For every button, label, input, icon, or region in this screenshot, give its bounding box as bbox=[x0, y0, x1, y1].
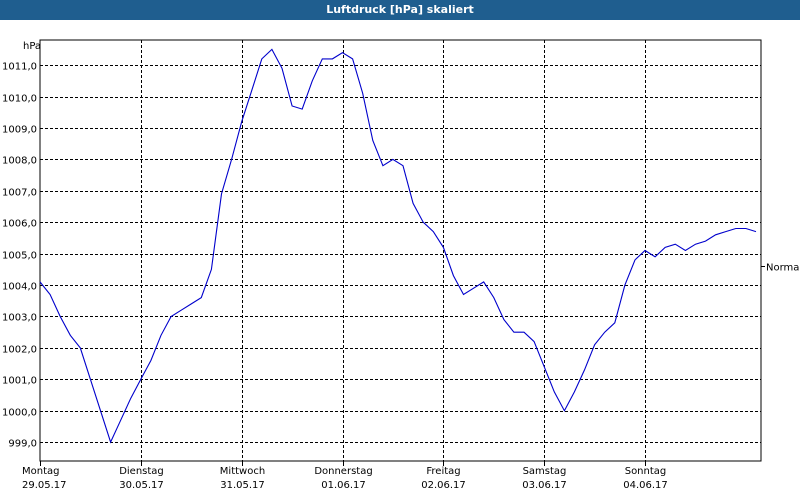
x-tick-date: 02.06.17 bbox=[421, 480, 466, 491]
x-tick-day: Dienstag bbox=[119, 466, 164, 477]
y-axis-label: hPa bbox=[23, 41, 41, 52]
y-tick-label: 1006,0 bbox=[2, 219, 37, 230]
x-tick-day: Mittwoch bbox=[220, 466, 265, 477]
x-tick-day: Freitag bbox=[426, 466, 460, 477]
y-tick-label: 1003,0 bbox=[2, 313, 37, 324]
reference-label: Normal bbox=[766, 263, 800, 274]
x-tick-labels: Montag 29.05.17 Dienstag 30.05.17 Mittwoch 31… bbox=[22, 461, 668, 491]
y-tick-label: 1011,0 bbox=[2, 62, 37, 73]
x-tick-date: 01.06.17 bbox=[321, 480, 366, 491]
y-tick-label: 1010,0 bbox=[2, 94, 37, 105]
y-tick-label: 1009,0 bbox=[2, 125, 37, 136]
reference-marker: Normal bbox=[761, 263, 800, 274]
y-tick-label: 1004,0 bbox=[2, 282, 37, 293]
y-tick-label: 999,0 bbox=[8, 439, 37, 450]
y-tick-labels: 999,0 1000,0 1001,0 1002,0 1003,0 1004,0 1005,… bbox=[2, 62, 37, 450]
x-tick-date: 04.06.17 bbox=[623, 480, 668, 491]
x-tick-day: Samstag bbox=[523, 466, 567, 477]
y-tick-label: 1001,0 bbox=[2, 376, 37, 387]
x-tick-day: Sonntag bbox=[625, 466, 667, 477]
plot-frame bbox=[39, 39, 762, 462]
y-tick-label: 1008,0 bbox=[2, 156, 37, 167]
pressure-chart: 999,0 1000,0 1001,0 1002,0 1003,0 1004,0 1005,… bbox=[2, 39, 800, 491]
x-tick-date: 31.05.17 bbox=[220, 480, 265, 491]
x-tick-day: Montag bbox=[22, 466, 59, 477]
x-tick-day: Donnerstag bbox=[314, 466, 372, 477]
x-tick-date: 30.05.17 bbox=[119, 480, 164, 491]
y-tick-label: 1007,0 bbox=[2, 188, 37, 199]
x-tick-date: 29.05.17 bbox=[22, 480, 67, 491]
y-tick-label: 1000,0 bbox=[2, 408, 37, 419]
window-title: Luftdruck [hPa] skaliert bbox=[0, 0, 800, 20]
y-tick-label: 1002,0 bbox=[2, 345, 37, 356]
x-tick-date: 03.06.17 bbox=[522, 480, 567, 491]
y-tick-label: 1005,0 bbox=[2, 251, 37, 262]
